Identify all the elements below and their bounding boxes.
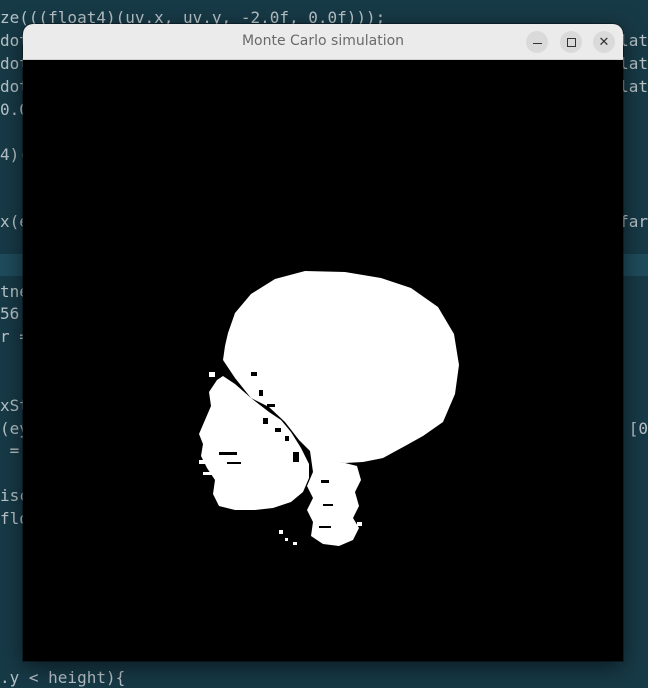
code-line-fragment: far xyxy=(619,212,648,231)
code-line: 56 xyxy=(0,304,20,323)
minimize-icon xyxy=(532,42,542,44)
simulation-window[interactable]: Monte Carlo simulation ✕ xyxy=(23,24,623,661)
code-line-fragment: [0 xyxy=(628,419,648,438)
maximize-icon xyxy=(566,37,576,47)
skull-render-image xyxy=(23,60,623,661)
code-line-fragment: lat xyxy=(619,31,648,50)
minimize-button[interactable] xyxy=(526,31,548,53)
window-titlebar[interactable]: Monte Carlo simulation ✕ xyxy=(23,24,623,60)
code-line: = xyxy=(0,441,20,460)
close-icon: ✕ xyxy=(598,34,610,50)
code-line-fragment: lat xyxy=(619,54,648,73)
code-line-fragment: lat xyxy=(619,77,648,96)
render-canvas[interactable] xyxy=(23,60,623,661)
code-line: .y < height){ xyxy=(0,668,126,687)
close-button[interactable]: ✕ xyxy=(593,31,615,53)
maximize-button[interactable] xyxy=(560,31,582,53)
